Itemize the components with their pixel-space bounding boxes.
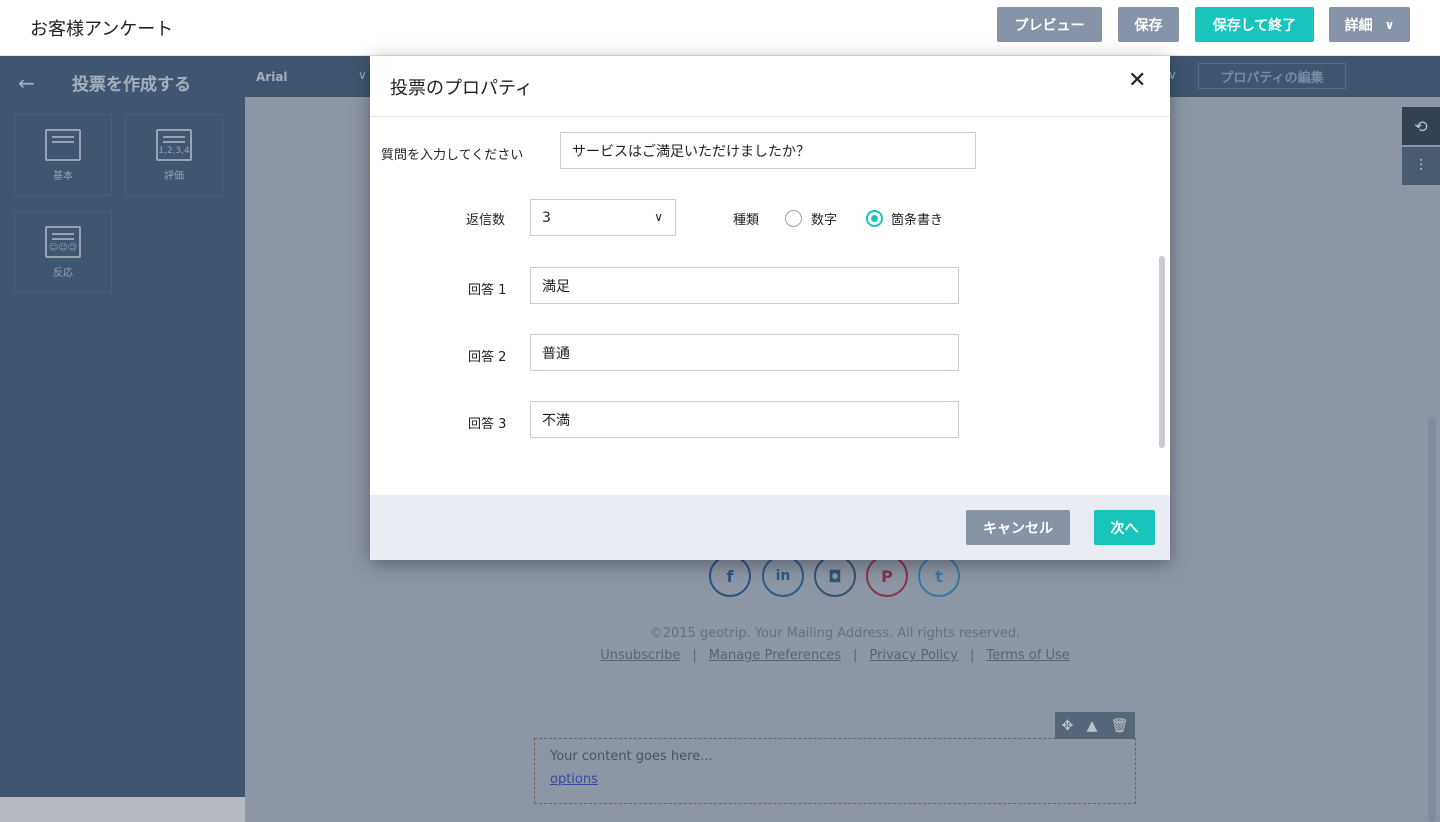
question-label: 質問を入力してください [381, 148, 524, 163]
type-bullet-label: 箇条書き [891, 213, 944, 228]
preview-button[interactable]: プレビュー [997, 7, 1102, 42]
reply-count-select[interactable]: 3 ∨ [530, 199, 676, 236]
answer-3-input[interactable]: 不満 [530, 401, 959, 438]
save-button[interactable]: 保存 [1118, 7, 1179, 42]
answer-2-input[interactable]: 普通 [530, 334, 959, 371]
save-and-exit-button[interactable]: 保存して終了 [1195, 7, 1314, 42]
type-number-radio[interactable] [785, 210, 802, 227]
details-dropdown-button[interactable]: 詳細 ∨ [1329, 7, 1410, 42]
next-button[interactable]: 次へ [1094, 510, 1155, 545]
answer-1-label: 回答 1 [468, 283, 507, 298]
question-input[interactable]: サービスはご満足いただけましたか？ [560, 132, 976, 169]
answer-1-input[interactable]: 満足 [530, 267, 959, 304]
answer-2-label: 回答 2 [468, 350, 507, 365]
dialog-header: 投票のプロパティ ✕ [370, 56, 1170, 117]
type-bullet-radio[interactable] [866, 210, 883, 227]
top-bar: お客様アンケート プレビュー 保存 保存して終了 詳細 ∨ [0, 0, 1440, 56]
type-label: 種類 [733, 213, 760, 228]
reply-count-label: 返信数 [466, 213, 506, 228]
cancel-button[interactable]: キャンセル [966, 510, 1070, 545]
poll-properties-dialog: 投票のプロパティ ✕ 質問を入力してください サービスはご満足いただけましたか？… [370, 56, 1170, 560]
type-number-label: 数字 [811, 213, 838, 228]
chevron-down-icon: ∨ [654, 210, 663, 224]
close-icon[interactable]: ✕ [1128, 68, 1146, 93]
dialog-footer: キャンセル 次へ [370, 495, 1170, 560]
dialog-scrollbar[interactable] [1159, 256, 1165, 448]
answer-3-label: 回答 3 [468, 417, 507, 432]
dialog-title: 投票のプロパティ [390, 78, 533, 99]
reply-count-value: 3 [542, 209, 551, 226]
chevron-down-icon: ∨ [1384, 17, 1395, 32]
details-label: 詳細 [1344, 17, 1373, 34]
page-title: お客様アンケート [30, 19, 174, 40]
